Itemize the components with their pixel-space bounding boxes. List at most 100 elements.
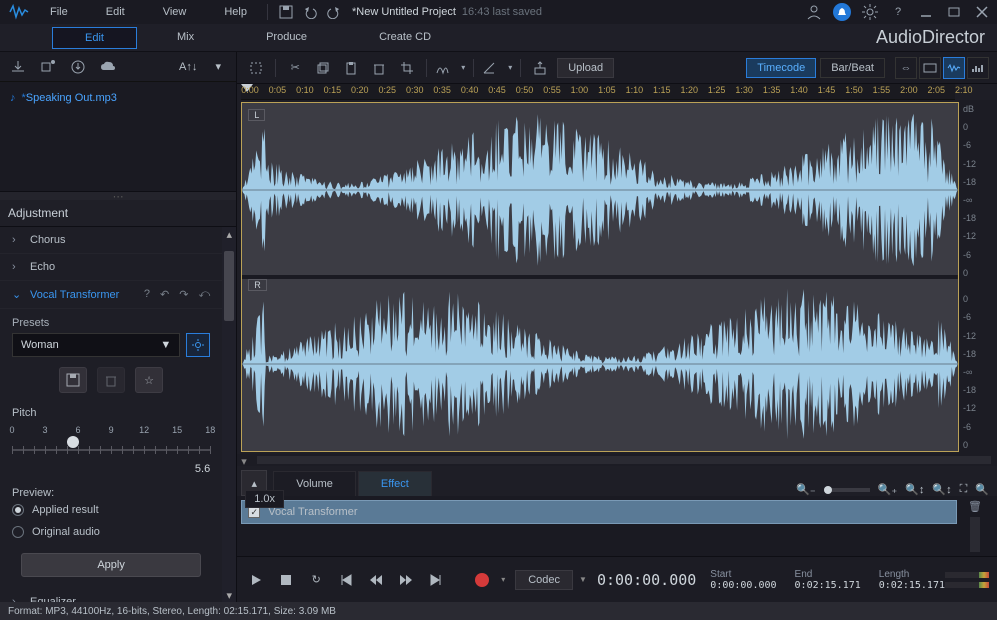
font-size-icon[interactable]: A↑↓ bbox=[178, 57, 198, 77]
toggle-barbeat[interactable]: Bar/Beat bbox=[820, 58, 885, 78]
stop-button[interactable] bbox=[275, 569, 297, 591]
scroll-down-icon[interactable]: ▾ bbox=[222, 588, 236, 602]
mode-tab-edit[interactable]: Edit bbox=[52, 27, 137, 49]
maximize-icon[interactable] bbox=[945, 3, 963, 21]
fade-icon[interactable]: ▾ bbox=[482, 57, 512, 79]
adjustment-scrollbar[interactable]: ▴ ▾ bbox=[222, 227, 236, 602]
adjustment-row-equalizer[interactable]: ›Equalizer bbox=[0, 589, 222, 602]
waveform-canvas[interactable]: L R bbox=[241, 102, 959, 452]
loop-button[interactable]: ↻ bbox=[305, 569, 327, 591]
menu-view[interactable]: View bbox=[153, 2, 197, 22]
level-meter-r bbox=[945, 582, 989, 588]
end-label: End bbox=[795, 569, 861, 580]
upload-button[interactable]: Upload bbox=[557, 58, 614, 78]
download-cloud-icon[interactable] bbox=[68, 57, 88, 77]
library-item[interactable]: ♪*Speaking Out.mp3 bbox=[8, 88, 228, 108]
adjustment-row-echo[interactable]: ›Echo bbox=[0, 254, 222, 281]
menu-help[interactable]: Help bbox=[214, 2, 257, 22]
radio-applied-result[interactable]: Applied result bbox=[12, 499, 210, 521]
import-icon[interactable] bbox=[8, 57, 28, 77]
normalize-icon[interactable]: ▾ bbox=[435, 57, 465, 79]
redo-small-icon[interactable]: ↷ bbox=[179, 288, 188, 301]
cloud-icon[interactable] bbox=[98, 57, 118, 77]
effects-scrollbar[interactable] bbox=[970, 517, 980, 552]
zoom-in-icon[interactable]: 🔍₊ bbox=[878, 483, 898, 496]
zoom-out-icon[interactable]: 🔍₋ bbox=[796, 483, 816, 496]
next-button[interactable] bbox=[425, 569, 447, 591]
record-source-icon[interactable] bbox=[38, 57, 58, 77]
notification-icon[interactable] bbox=[833, 3, 851, 21]
delete-icon[interactable] bbox=[368, 57, 390, 79]
minimize-icon[interactable] bbox=[917, 3, 935, 21]
preset-settings-button[interactable] bbox=[186, 333, 210, 357]
rewind-button[interactable] bbox=[365, 569, 387, 591]
scroll-thumb[interactable] bbox=[224, 251, 234, 321]
undo-small-icon[interactable]: ↶ bbox=[160, 288, 169, 301]
undo-icon[interactable] bbox=[302, 4, 318, 20]
project-title: *New Untitled Project bbox=[352, 6, 456, 18]
record-button[interactable] bbox=[471, 569, 493, 591]
save-preset-button[interactable] bbox=[59, 367, 87, 393]
preset-select[interactable]: Woman ▼ bbox=[12, 333, 180, 357]
adjustment-row-chorus[interactable]: ›Chorus bbox=[0, 227, 222, 254]
collapse-waveform-icon[interactable]: ▾ bbox=[241, 455, 251, 465]
codec-menu-icon[interactable]: ▼ bbox=[579, 575, 587, 584]
prev-button[interactable] bbox=[335, 569, 357, 591]
redo-icon[interactable] bbox=[326, 4, 342, 20]
library-menu-icon[interactable]: ▾ bbox=[208, 57, 228, 77]
radio-original-audio[interactable]: Original audio bbox=[12, 521, 210, 543]
tab-volume[interactable]: Volume bbox=[273, 471, 356, 496]
preset-value: Woman bbox=[21, 339, 59, 351]
zoom-slider[interactable] bbox=[824, 488, 870, 492]
pitch-slider[interactable] bbox=[12, 441, 210, 459]
presets-label: Presets bbox=[12, 317, 210, 329]
zoom-v-out-icon[interactable]: 🔍↕ bbox=[905, 483, 924, 496]
scroll-up-icon[interactable]: ▴ bbox=[222, 227, 236, 241]
copy-icon[interactable] bbox=[312, 57, 334, 79]
cut-icon[interactable]: ✂ bbox=[284, 57, 306, 79]
delete-effect-icon[interactable]: 🗑 bbox=[968, 500, 982, 513]
export-icon[interactable] bbox=[529, 57, 551, 79]
reset-small-icon[interactable]: ⤺ bbox=[198, 288, 210, 301]
play-button[interactable] bbox=[245, 569, 267, 591]
save-icon[interactable] bbox=[278, 4, 294, 20]
apply-button[interactable]: Apply bbox=[21, 553, 201, 577]
toggle-timecode[interactable]: Timecode bbox=[746, 58, 816, 78]
view-mode-4-icon[interactable] bbox=[967, 57, 989, 79]
mode-tab-produce[interactable]: Produce bbox=[234, 27, 339, 49]
zoom-fit-icon[interactable]: ⛶ bbox=[960, 483, 968, 496]
delete-preset-button[interactable] bbox=[97, 367, 125, 393]
zoom-v-in-icon[interactable]: 🔍↕ bbox=[932, 483, 951, 496]
favorite-preset-button[interactable]: ☆ bbox=[135, 367, 163, 393]
select-tool-icon[interactable] bbox=[245, 57, 267, 79]
playback-speed[interactable]: 1.0x bbox=[245, 490, 284, 508]
menu-file[interactable]: File bbox=[40, 2, 78, 22]
under-tabs: ▴ Volume Effect 🔍₋ 🔍₊ 🔍↕ 🔍↕ ⛶ 🔍 bbox=[237, 466, 997, 496]
adjustment-body: ›Chorus ›Echo ⌄ Vocal Transformer ? ↶ ↷ … bbox=[0, 227, 236, 602]
codec-button[interactable]: Codec bbox=[515, 570, 573, 590]
menu-edit[interactable]: Edit bbox=[96, 2, 135, 22]
timeline-ruler[interactable]: 0:000:050:100:150:200:250:300:350:400:45… bbox=[241, 84, 955, 100]
help-small-icon[interactable]: ? bbox=[144, 288, 150, 301]
settings-icon[interactable] bbox=[861, 3, 879, 21]
music-note-icon: ♪ bbox=[10, 92, 16, 104]
view-mode-1-icon[interactable]: ⇔ bbox=[895, 57, 917, 79]
pitch-thumb[interactable] bbox=[67, 436, 79, 448]
crop-icon[interactable] bbox=[396, 57, 418, 79]
pitch-value: 5.6 bbox=[12, 463, 210, 475]
tab-effect[interactable]: Effect bbox=[358, 471, 432, 496]
paste-icon[interactable] bbox=[340, 57, 362, 79]
zoom-selection-icon[interactable]: 🔍 bbox=[975, 483, 989, 496]
horizontal-splitter[interactable]: ⋯ bbox=[0, 192, 236, 200]
account-icon[interactable] bbox=[805, 3, 823, 21]
adjustment-row-vocal-transformer[interactable]: ⌄ Vocal Transformer ? ↶ ↷ ⤺ bbox=[0, 281, 222, 309]
mode-tab-mix[interactable]: Mix bbox=[145, 27, 226, 49]
help-icon[interactable]: ? bbox=[889, 3, 907, 21]
effect-track-row[interactable]: ✓ Vocal Transformer bbox=[241, 500, 957, 524]
forward-button[interactable] bbox=[395, 569, 417, 591]
mode-tab-create-cd[interactable]: Create CD bbox=[347, 27, 463, 49]
horizontal-scrollbar[interactable] bbox=[257, 456, 991, 464]
close-icon[interactable] bbox=[973, 3, 991, 21]
view-mode-3-icon[interactable] bbox=[943, 57, 965, 79]
view-mode-2-icon[interactable] bbox=[919, 57, 941, 79]
